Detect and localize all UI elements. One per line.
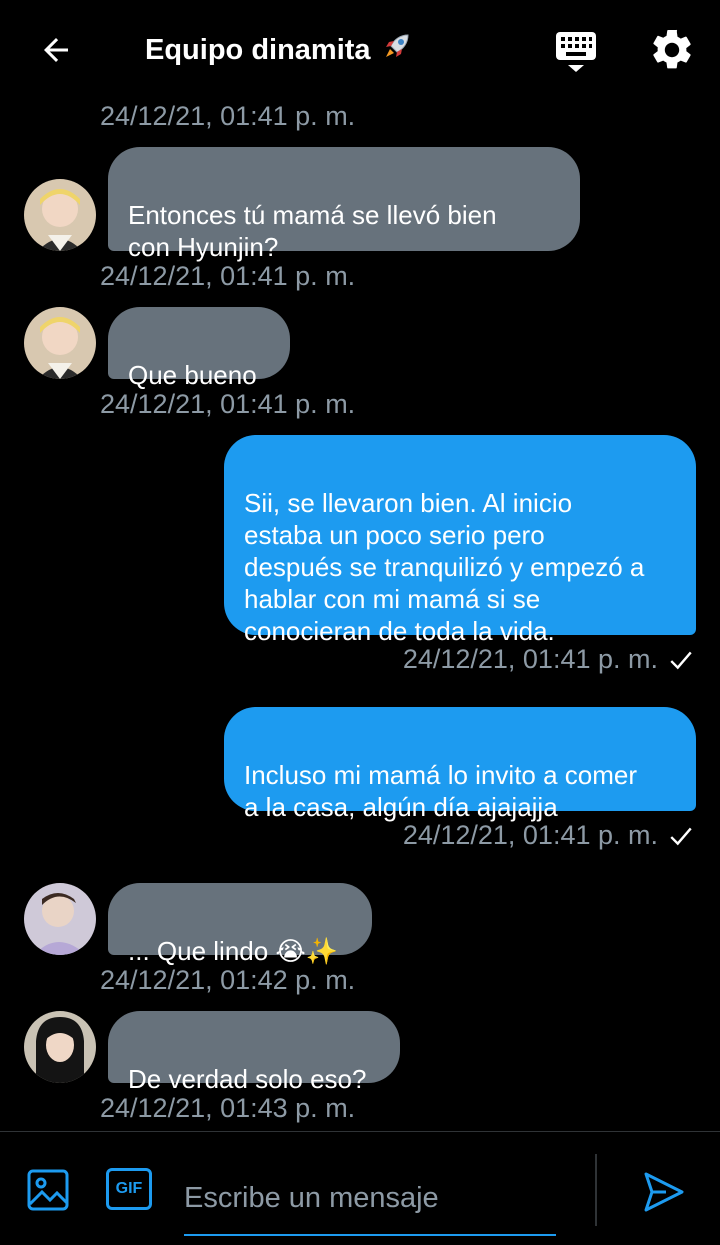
message-text: Incluso mi mamá lo invito a comer a la c…	[244, 760, 638, 822]
message-text: ... Que lindo 😭✨	[128, 936, 339, 966]
composer-divider	[595, 1154, 597, 1226]
message-bubble-incoming[interactable]: Entonces tú mamá se llevó bien con Hyunj…	[108, 147, 580, 262]
send-button[interactable]	[640, 1168, 688, 1216]
message-text: Que bueno	[128, 360, 257, 390]
message-bubble-incoming[interactable]: De verdad solo eso?	[108, 1011, 400, 1094]
keyboard-button[interactable]	[552, 28, 600, 76]
back-button[interactable]	[28, 26, 84, 74]
chat-header: Equipo dinamita	[0, 0, 720, 100]
message-bubble-incoming[interactable]: ... Que lindo 😭✨	[108, 883, 372, 966]
message-bubble-incoming[interactable]: Que bueno	[108, 307, 290, 390]
conversation-title: Equipo dinamita	[145, 30, 413, 73]
message-text: Entonces tú mamá se llevó bien con Hyunj…	[128, 200, 497, 262]
message-timestamp: 24/12/21, 01:41 p. m.	[100, 101, 356, 131]
check-icon	[670, 827, 692, 846]
message-timestamp: 24/12/21, 01:41 p. m.	[402, 644, 658, 674]
arrow-left-icon	[44, 38, 68, 62]
add-image-button[interactable]	[24, 1166, 72, 1214]
message-text: De verdad solo eso?	[128, 1064, 367, 1094]
gif-button[interactable]: GIF	[106, 1168, 152, 1210]
message-timestamp: 24/12/21, 01:41 p. m.	[100, 389, 356, 419]
message-text: Sii, se llevaron bien. Al inicio estaba …	[244, 488, 645, 646]
gif-label: GIF	[115, 1180, 143, 1197]
image-icon	[27, 1169, 69, 1211]
conversation-title-text: Equipo dinamita	[145, 34, 371, 67]
keyboard-icon	[556, 32, 596, 72]
message-composer: GIF	[0, 1131, 720, 1245]
avatar[interactable]	[24, 1011, 96, 1083]
message-timestamp: 24/12/21, 01:41 p. m.	[402, 820, 658, 850]
rocket-icon	[381, 30, 413, 73]
send-icon	[644, 1172, 684, 1212]
gear-icon	[653, 29, 691, 69]
message-bubble-outgoing[interactable]: Incluso mi mamá lo invito a comer a la c…	[224, 707, 696, 822]
check-icon	[670, 651, 692, 670]
message-timestamp: 24/12/21, 01:43 p. m.	[100, 1093, 356, 1123]
message-timestamp: 24/12/21, 01:42 p. m.	[100, 965, 356, 995]
message-list[interactable]: 24/12/21, 01:41 p. m. Entonces tú mamá s…	[0, 100, 720, 1130]
avatar[interactable]	[24, 883, 96, 955]
message-input[interactable]	[184, 1162, 556, 1236]
avatar[interactable]	[24, 307, 96, 379]
avatar[interactable]	[24, 179, 96, 251]
message-bubble-outgoing[interactable]: Sii, se llevaron bien. Al inicio estaba …	[224, 435, 696, 646]
settings-button[interactable]	[648, 26, 696, 74]
message-timestamp: 24/12/21, 01:41 p. m.	[100, 261, 356, 291]
